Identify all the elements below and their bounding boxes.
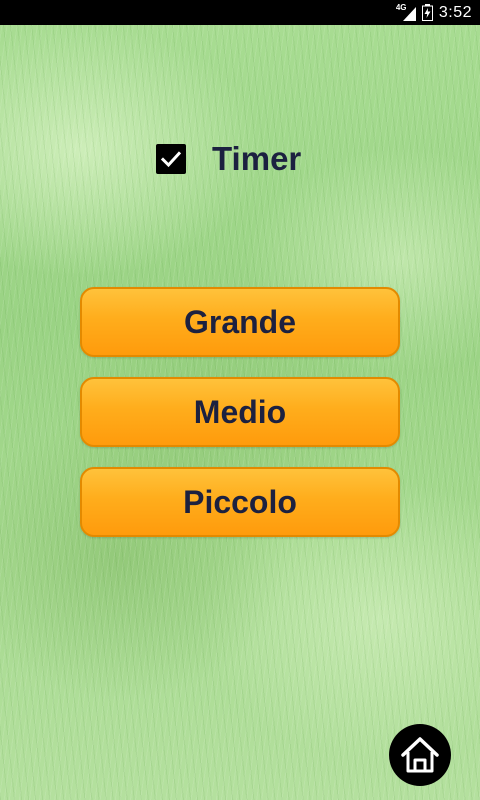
piccolo-button[interactable]: Piccolo — [80, 467, 400, 537]
status-clock: 3:52 — [438, 3, 472, 21]
home-button[interactable] — [389, 724, 451, 786]
timer-checkbox[interactable] — [156, 144, 186, 174]
status-bar: 4G 3:52 — [0, 0, 480, 25]
signal-indicator: 4G — [396, 3, 416, 21]
signal-icon — [402, 6, 416, 21]
timer-label[interactable]: Timer — [212, 140, 301, 178]
home-icon — [401, 737, 439, 773]
battery-charging-icon — [421, 4, 433, 21]
grande-button[interactable]: Grande — [80, 287, 400, 357]
timer-toggle-row: Timer — [156, 140, 301, 178]
checkmark-icon — [160, 151, 182, 168]
medio-button[interactable]: Medio — [80, 377, 400, 447]
